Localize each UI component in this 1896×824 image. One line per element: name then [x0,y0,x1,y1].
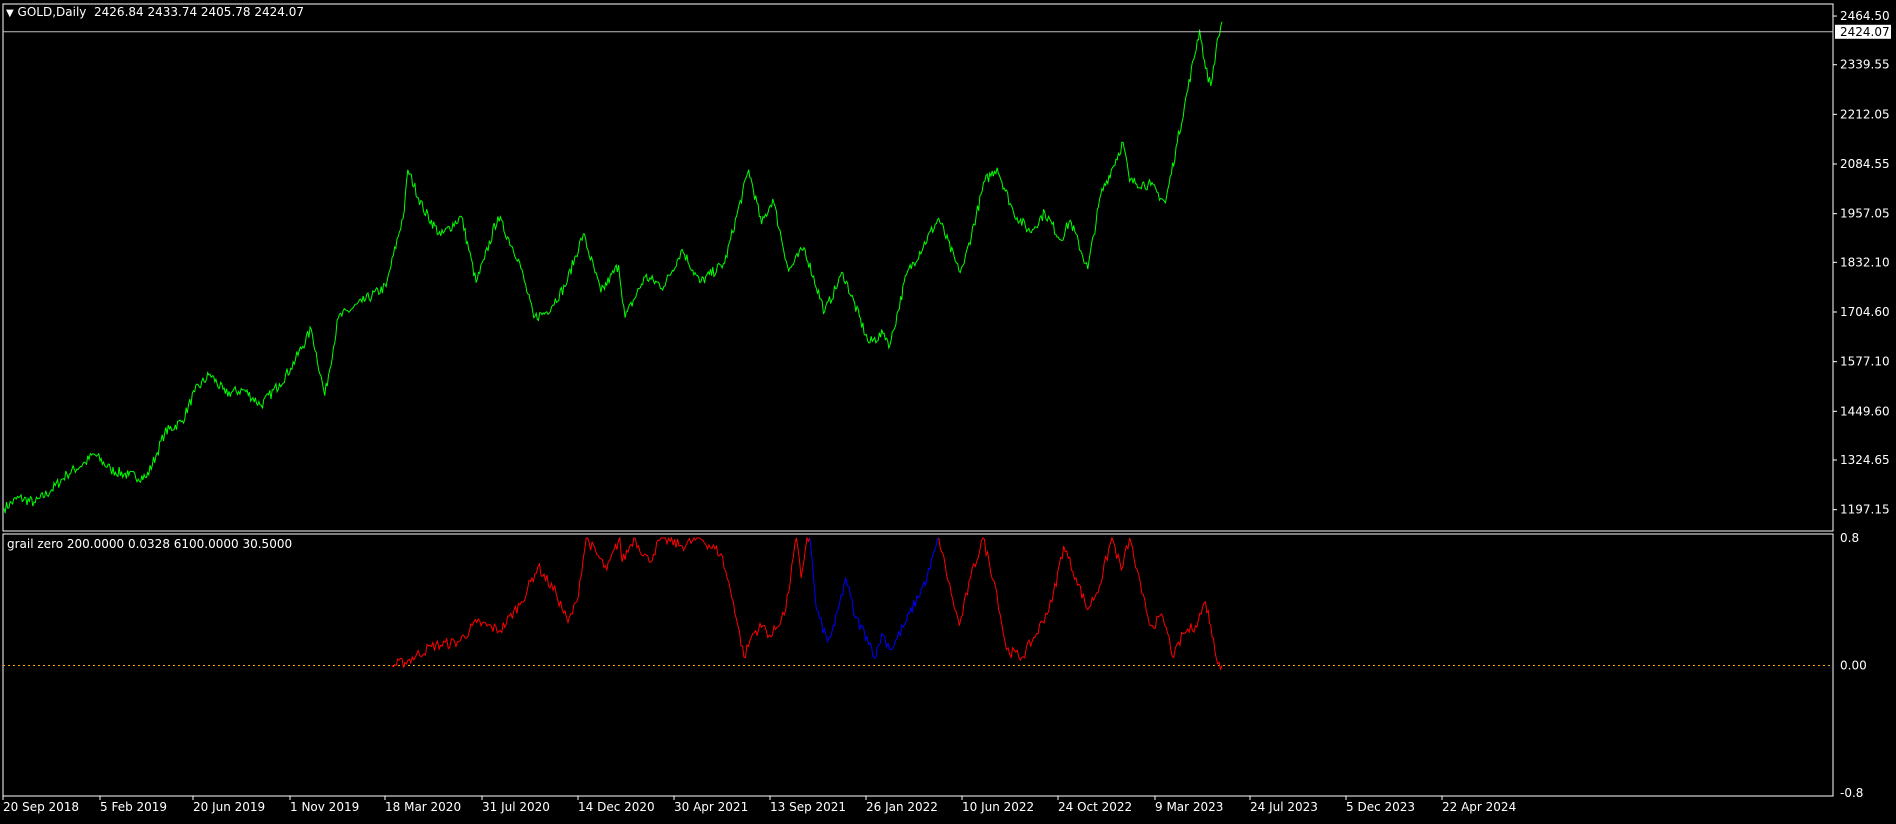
indicator-axis-tick: 0.8 [1840,531,1859,545]
time-axis-tick: 14 Dec 2020 [578,800,655,814]
price-axis-tick: 1577.10 [1840,355,1890,369]
price-axis-tick: 2084.55 [1840,157,1890,171]
chart-header: ▼ GOLD,Daily 2426.84 2433.74 2405.78 242… [6,5,304,19]
chart-root: 2464.50 2339.55 2212.05 2084.55 1957.05 1832.… [0,0,1896,820]
time-axis-tick: 31 Jul 2020 [482,800,550,814]
ohlc-values: 2426.84 2433.74 2405.78 2424.07 [94,5,304,19]
time-axis-tick: 10 Jun 2022 [962,800,1034,814]
time-axis-tick: 24 Oct 2022 [1058,800,1132,814]
price-axis-tick: 1197.15 [1840,503,1890,517]
time-axis-tick: 26 Jan 2022 [866,800,938,814]
price-axis-tick: 1704.60 [1840,305,1890,319]
time-axis-tick: 18 Mar 2020 [385,800,461,814]
time-axis-tick: 5 Dec 2023 [1346,800,1415,814]
time-axis-tick: 22 Apr 2024 [1442,800,1516,814]
time-axis-tick: 13 Sep 2021 [770,800,846,814]
time-axis-tick: 20 Sep 2018 [3,800,79,814]
time-axis-tick: 1 Nov 2019 [290,800,359,814]
time-axis-tick: 5 Feb 2019 [100,800,167,814]
price-axis-tick: 2212.05 [1840,107,1890,121]
price-axis-tick: 1449.60 [1840,404,1890,418]
price-axis-tick: 1832.10 [1840,255,1890,269]
indicator-label: grail zero 200.0000 0.0328 6100.0000 30.… [7,537,293,551]
time-axis-tick: 24 Jul 2023 [1250,800,1318,814]
chart-background [0,0,1896,820]
time-axis-tick: 20 Jun 2019 [193,800,265,814]
dropdown-triangle-icon[interactable]: ▼ [6,8,14,19]
last-price-label: 2424.07 [1840,25,1890,39]
price-axis-tick: 2464.50 [1840,9,1890,23]
chart-canvas[interactable]: 2464.50 2339.55 2212.05 2084.55 1957.05 1832.… [0,0,1896,820]
indicator-axis-tick: -0.8 [1840,786,1863,800]
price-axis-tick: 1324.65 [1840,453,1890,467]
indicator-axis-tick: 0.00 [1840,659,1867,673]
price-axis-tick: 2339.55 [1840,58,1890,72]
price-axis-tick: 1957.05 [1840,207,1890,221]
time-axis-tick: 9 Mar 2023 [1155,800,1223,814]
symbol-label: GOLD,Daily [17,5,87,19]
time-axis-tick: 30 Apr 2021 [674,800,748,814]
